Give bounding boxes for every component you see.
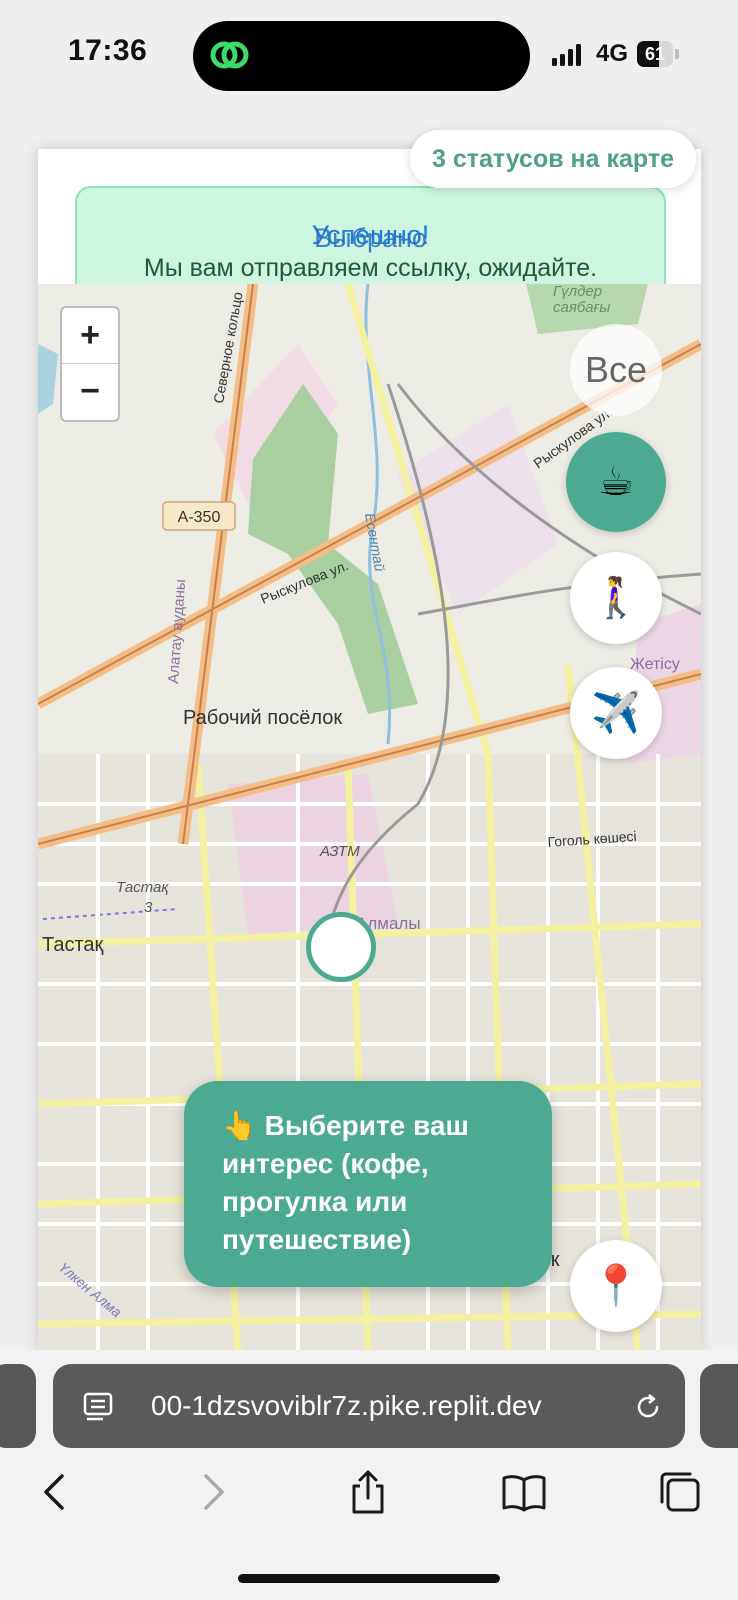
banner-message: Мы вам отправляем ссылку, ожидайте. xyxy=(143,254,598,282)
zoom-in-button[interactable]: + xyxy=(62,308,118,364)
zoom-control: + − xyxy=(60,306,120,422)
back-icon[interactable] xyxy=(34,1470,78,1514)
link-app-icon xyxy=(210,41,249,69)
zoom-out-button[interactable]: − xyxy=(62,364,118,419)
airplane-icon: ✈️ xyxy=(591,691,641,735)
filter-walk-button[interactable]: 🚶‍♀️ xyxy=(570,552,662,644)
previous-tab-preview[interactable] xyxy=(0,1364,36,1448)
home-indicator xyxy=(238,1574,500,1583)
filter-travel-button[interactable]: ✈️ xyxy=(570,667,662,759)
cellular-signal-icon xyxy=(552,44,581,66)
battery-level: 61 xyxy=(644,44,666,64)
status-time: 17:36 xyxy=(68,34,148,67)
road-badge-a350-label: A-350 xyxy=(178,509,221,526)
battery-icon: 61 xyxy=(637,41,679,67)
dynamic-island xyxy=(193,21,530,91)
map-label-kulyer: Гүлдер xyxy=(553,284,602,300)
map-label-zhetysu: Жетісу xyxy=(630,656,680,673)
forward-icon[interactable] xyxy=(190,1470,234,1514)
map-label-aztm: АЗТМ xyxy=(319,843,360,860)
my-location-button[interactable]: 📍 xyxy=(570,1240,662,1332)
map-label-rabochiy: Рабочий посёлок xyxy=(183,707,342,729)
status-bar: 17:36 4G 61 xyxy=(0,0,738,110)
map-label-sayabagy: саябағы xyxy=(553,299,610,316)
map-label-tastak: Тастақ xyxy=(42,934,104,956)
onboarding-tooltip: 👆 Выберите ваш интерес (кофе, прогулка и… xyxy=(184,1081,552,1287)
status-counter-badge: 3 статусов на карте xyxy=(410,130,696,188)
reload-icon[interactable] xyxy=(633,1392,663,1422)
bookmarks-icon[interactable] xyxy=(502,1470,546,1514)
filter-coffee-button[interactable]: ☕ xyxy=(566,432,666,532)
share-icon[interactable] xyxy=(346,1470,390,1514)
address-bar[interactable]: 00-1dzsvoviblr7z.pike.replit.dev xyxy=(53,1364,685,1448)
web-page: Успешно! Выбрано Мы вам отправляем ссылк… xyxy=(38,149,701,1350)
map-label-tastak3-num: 3 xyxy=(144,899,153,916)
tabs-icon[interactable] xyxy=(658,1470,702,1514)
banner-title-selected: Выбрано xyxy=(314,223,427,253)
walking-person-icon: 🚶‍♀️ xyxy=(591,576,641,620)
coffee-icon: ☕ xyxy=(598,460,634,504)
network-type: 4G xyxy=(596,40,629,67)
pin-icon: 📍 xyxy=(591,1264,641,1308)
map-marker[interactable] xyxy=(306,912,376,982)
browser-toolbar: 00-1dzsvoviblr7z.pike.replit.dev xyxy=(0,1350,738,1600)
url-text: 00-1dzsvoviblr7z.pike.replit.dev xyxy=(151,1390,542,1421)
map-view[interactable]: Гүлдер саябағы Северное кольцо Рыскулова… xyxy=(38,284,701,1350)
map-label-alatau: Алатау ауданы xyxy=(165,579,189,685)
page-menu-icon[interactable] xyxy=(83,1390,115,1422)
map-label-tastak3: Тастақ xyxy=(116,879,169,896)
filter-all-button[interactable]: Все xyxy=(570,324,662,416)
next-tab-preview[interactable] xyxy=(700,1364,738,1448)
